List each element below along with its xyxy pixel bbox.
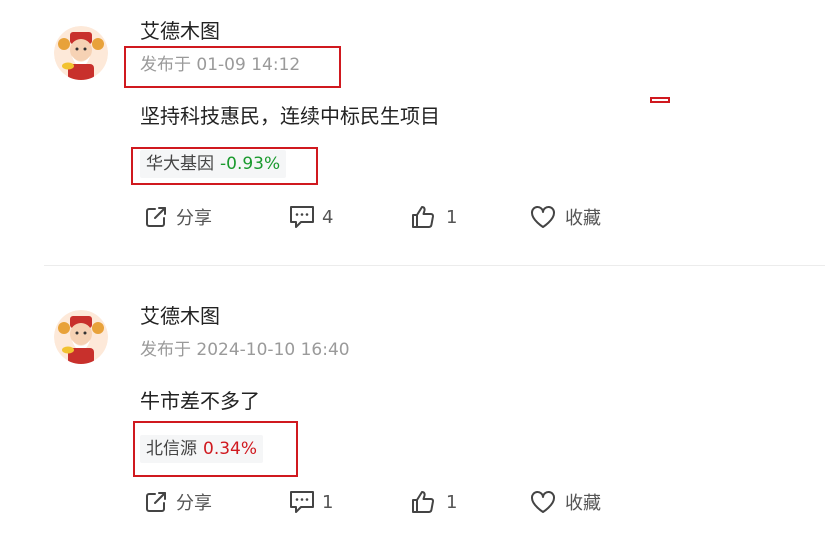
avatar[interactable]	[54, 26, 108, 80]
share-label: 分享	[176, 493, 212, 514]
favorite-button[interactable]: 收藏	[529, 487, 601, 517]
favorite-label: 收藏	[565, 208, 601, 229]
share-icon	[146, 492, 166, 512]
favorite-label: 收藏	[565, 493, 601, 514]
post-content[interactable]: 牛市差不多了	[140, 387, 260, 415]
like-count: 1	[446, 206, 458, 228]
comment-button[interactable]: 1	[288, 487, 333, 517]
stock-tag[interactable]: 华大基因 -0.93%	[140, 150, 287, 178]
author-name[interactable]: 艾德木图	[140, 303, 220, 329]
stock-change: -0.93%	[220, 154, 281, 174]
post-content[interactable]: 坚持科技惠民，连续中标民生项目	[140, 102, 440, 130]
comment-count: 1	[322, 491, 334, 513]
stock-name: 北信源	[146, 439, 197, 459]
heart-icon	[531, 206, 555, 228]
stock-change: 0.34%	[203, 439, 258, 459]
highlight-box-marker	[650, 97, 670, 103]
caishen-avatar-icon	[54, 26, 108, 80]
share-button[interactable]: 分享	[144, 202, 212, 232]
stock-tag[interactable]: 北信源 0.34%	[140, 435, 264, 463]
like-count: 1	[446, 491, 458, 513]
thumbs-up-icon	[412, 491, 434, 513]
action-bar: 分享 1 1 收藏	[140, 487, 660, 517]
comment-icon	[290, 491, 314, 513]
share-label: 分享	[176, 208, 212, 229]
comment-icon	[290, 206, 314, 228]
thumbs-up-icon	[412, 206, 434, 228]
author-name[interactable]: 艾德木图	[140, 18, 220, 44]
post-divider	[44, 265, 825, 266]
share-icon	[146, 207, 166, 227]
like-button[interactable]: 1	[410, 202, 457, 232]
like-button[interactable]: 1	[410, 487, 457, 517]
comment-count: 4	[322, 206, 334, 228]
caishen-avatar-icon	[54, 310, 108, 364]
heart-icon	[531, 491, 555, 513]
share-button[interactable]: 分享	[144, 487, 212, 517]
favorite-button[interactable]: 收藏	[529, 202, 601, 232]
stock-name: 华大基因	[146, 154, 214, 174]
comment-button[interactable]: 4	[288, 202, 333, 232]
publish-time: 发布于 01-09 14:12	[140, 55, 301, 75]
action-bar: 分享 4 1 收藏	[140, 202, 660, 232]
publish-time: 发布于 2024-10-10 16:40	[140, 340, 350, 360]
avatar[interactable]	[54, 310, 108, 364]
